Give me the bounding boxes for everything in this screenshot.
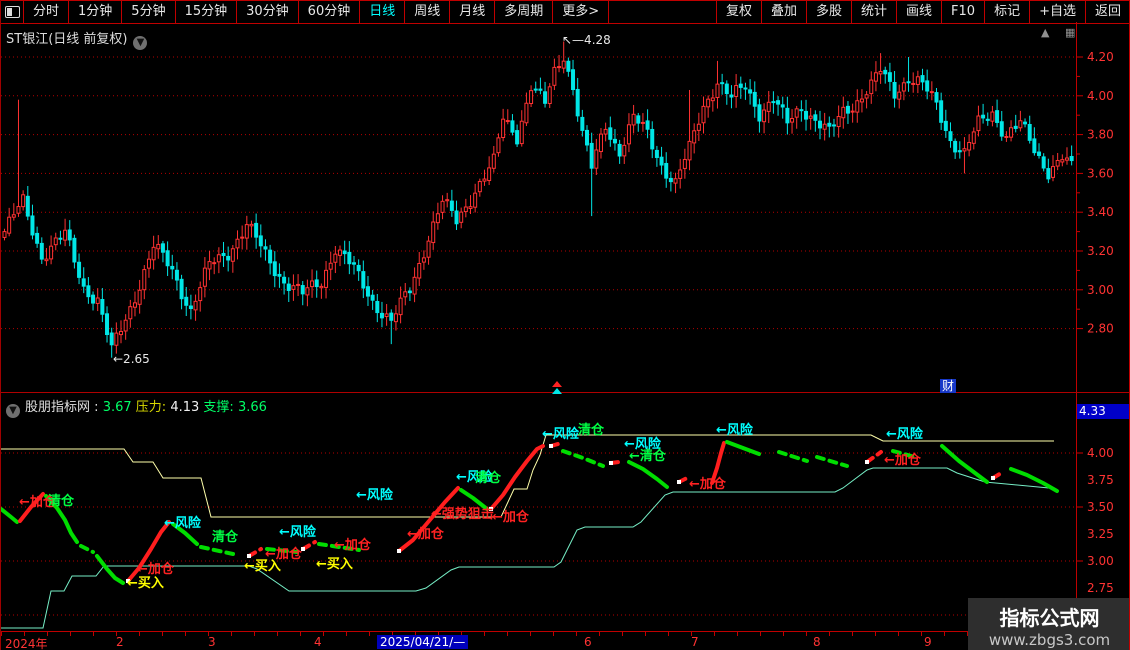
time-axis-label: 4 xyxy=(314,635,322,649)
chart-title: ST银江(日线 前复权) ▼ xyxy=(6,28,148,50)
time-axis-label: 8 xyxy=(813,635,821,649)
signal-triangle-down-icon xyxy=(552,388,562,394)
svg-text:4.20: 4.20 xyxy=(1087,50,1114,64)
svg-text:3.00: 3.00 xyxy=(1087,554,1114,568)
chart-title-text: ST银江(日线 前复权) xyxy=(6,32,128,47)
watermark-title: 指标公式网 xyxy=(999,606,1100,630)
indicator-name[interactable]: 股朋指标网 xyxy=(25,400,90,415)
time-axis-label: 2024年 xyxy=(5,637,48,650)
menu-item-F10[interactable]: F10 xyxy=(941,1,984,23)
time-axis-label: 7 xyxy=(691,635,699,649)
menu-item-多周期[interactable]: 多周期 xyxy=(495,1,554,23)
menu-item-多股[interactable]: 多股 xyxy=(805,1,851,23)
title-corner-icons[interactable]: ▲ ▦ xyxy=(1041,26,1081,39)
menu-item-60分钟[interactable]: 60分钟 xyxy=(299,1,361,23)
main-chart-canvas[interactable]: 4.20 4.00 3.80 3.60 3.40 3.20 3.00 2.80 xyxy=(1,22,1130,393)
menu-item-分时[interactable]: 分时 xyxy=(24,1,70,23)
period-menu: 分时 1分钟 5分钟 15分钟 30分钟 60分钟 日线 周线 月线 多周期 更多> xyxy=(24,1,610,23)
panel-chevron-icon[interactable]: ▼ xyxy=(6,404,20,418)
menu-item-周线[interactable]: 周线 xyxy=(405,1,451,23)
svg-text:4.00: 4.00 xyxy=(1087,446,1114,460)
tool-menu: 复权 叠加 多股 统计 画线 F10 标记 +自选 返回 xyxy=(715,1,1129,23)
chevron-down-icon[interactable]: ▼ xyxy=(133,36,148,50)
time-axis-label: 9 xyxy=(924,635,932,649)
svg-text:3.25: 3.25 xyxy=(1087,527,1114,541)
svg-text:3.20: 3.20 xyxy=(1087,244,1114,258)
menu-item-统计[interactable]: 统计 xyxy=(851,1,896,23)
news-badge[interactable]: 财 xyxy=(940,379,957,393)
menu-item-叠加[interactable]: 叠加 xyxy=(760,1,806,23)
indicator-chart-canvas[interactable]: 4.00 3.75 3.50 3.25 3.00 2.75 xyxy=(1,393,1130,631)
time-axis-label: 6 xyxy=(584,635,592,649)
time-axis: 2024年 2 3 4 2025/04/21/— 6 7 8 9 xyxy=(1,631,1129,650)
menu-item-+自选[interactable]: +自选 xyxy=(1029,1,1085,23)
menu-item-画线[interactable]: 画线 xyxy=(896,1,941,23)
layout-toggle-button[interactable] xyxy=(1,1,24,23)
menu-item-日线[interactable]: 日线 xyxy=(360,1,406,23)
top-menu-bar: 分时 1分钟 5分钟 15分钟 30分钟 60分钟 日线 周线 月线 多周期 更多> 复权 叠加 多股统… xyxy=(1,0,1129,24)
svg-text:3.75: 3.75 xyxy=(1087,473,1114,487)
pressure-label: 压力: xyxy=(135,400,167,415)
svg-text:2.75: 2.75 xyxy=(1087,581,1114,595)
menu-item-5分钟[interactable]: 5分钟 xyxy=(122,1,176,23)
support-label: 支撑: xyxy=(203,400,234,415)
svg-text:3.50: 3.50 xyxy=(1087,500,1114,514)
pressure-value: 4.13 xyxy=(170,400,200,415)
menu-item-复权[interactable]: 复权 xyxy=(715,1,761,23)
current-value-box: 4.33 xyxy=(1077,404,1129,419)
watermark-url: www.zbgs3.com xyxy=(988,631,1111,649)
svg-text:2.80: 2.80 xyxy=(1087,322,1114,336)
menu-item-月线[interactable]: 月线 xyxy=(450,1,496,23)
watermark: 指标公式网 www.zbgs3.com xyxy=(968,598,1129,650)
time-axis-label: 2025/04/21/— xyxy=(377,635,469,649)
svg-text:4.00: 4.00 xyxy=(1087,89,1114,103)
menu-item-返回[interactable]: 返回 xyxy=(1084,1,1129,23)
menu-item-15分钟[interactable]: 15分钟 xyxy=(176,1,238,23)
menu-item-1分钟[interactable]: 1分钟 xyxy=(69,1,123,23)
panel-layout-icon xyxy=(4,6,20,18)
svg-text:3.80: 3.80 xyxy=(1087,128,1114,142)
menu-item-标记[interactable]: 标记 xyxy=(984,1,1029,23)
signal-triangle-up-icon xyxy=(552,381,562,387)
indicator-value: 3.67 xyxy=(102,400,132,415)
time-axis-label: 3 xyxy=(208,635,216,649)
stock-app-window: 分时 1分钟 5分钟 15分钟 30分钟 60分钟 日线 周线 月线 多周期 更多> 复权 叠加 多股统… xyxy=(0,0,1130,650)
menu-item-更多>[interactable]: 更多> xyxy=(553,1,610,23)
svg-text:3.40: 3.40 xyxy=(1087,205,1114,219)
svg-text:3.00: 3.00 xyxy=(1087,283,1114,297)
indicator-header: ▼ 股朋指标网 : 3.67 压力: 4.13 支撑: 3.66 xyxy=(6,396,267,418)
svg-text:3.60: 3.60 xyxy=(1087,166,1114,180)
panel-divider xyxy=(1,392,1129,393)
menu-item-30分钟[interactable]: 30分钟 xyxy=(237,1,299,23)
time-axis-label: 2 xyxy=(116,635,124,649)
time-axis-ticks xyxy=(1,632,1077,636)
price-axis-line xyxy=(1076,22,1077,650)
support-value: 3.66 xyxy=(237,400,267,415)
